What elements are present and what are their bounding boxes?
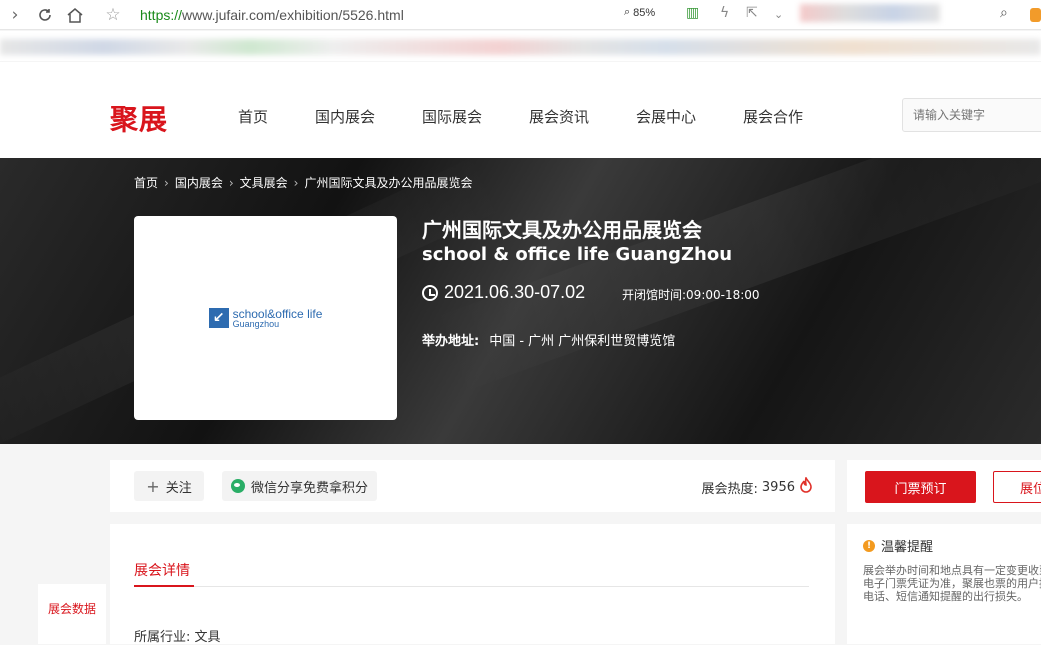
browser-toolbar: › ☆ https://www.jufair.com/exhibition/55… xyxy=(0,0,1041,30)
chevron-right-icon: › xyxy=(164,175,169,190)
exhibition-title: 广州国际文具及办公用品展览会 xyxy=(422,218,702,242)
bookmark-star-icon[interactable]: ☆ xyxy=(98,0,128,30)
side-nav-data[interactable]: 展会数据 xyxy=(48,600,96,617)
booth-booking-button[interactable]: 展位 xyxy=(993,471,1041,503)
notice-text: 展会举办时间和地点具有一定变更收到的电子门票凭证为准，聚展也票的用户提供电话、短… xyxy=(863,564,1041,603)
address-bar[interactable]: https://www.jufair.com/exhibition/5526.h… xyxy=(140,7,404,23)
url-protocol: https:// xyxy=(140,6,183,23)
heat-label: 展会热度: xyxy=(701,481,758,497)
site-header: 聚展 首页 国内展会 国际展会 展会资讯 会展中心 展会合作 xyxy=(0,62,1041,158)
follow-label: 关注 xyxy=(165,480,192,496)
chevron-down-icon[interactable]: ⌄ xyxy=(774,8,783,21)
chevron-right-icon: › xyxy=(228,175,234,190)
hero-bg-streak xyxy=(427,158,1041,396)
actions-bar: + 关注 微信分享免费拿积分 展会热度: 3956 xyxy=(110,460,835,512)
follow-button[interactable]: + 关注 xyxy=(134,471,204,501)
zoom-indicator[interactable]: ⌕ 85% xyxy=(624,6,655,19)
warning-icon: ! xyxy=(863,539,875,552)
site-logo[interactable]: 聚展 xyxy=(110,98,168,138)
blurred-extensions xyxy=(800,4,940,22)
exhibition-subtitle: school & office life GuangZhou xyxy=(422,244,733,265)
wechat-icon xyxy=(230,479,245,493)
home-icon[interactable] xyxy=(60,0,90,30)
heat-indicator: 展会热度: 3956 xyxy=(701,475,813,497)
forward-icon[interactable]: › xyxy=(0,0,30,30)
poster-logo-line2: Guangzhou xyxy=(232,318,280,329)
exhibition-date: 2021.06.30-07.02 xyxy=(422,282,585,303)
nav-domestic[interactable]: 国内展会 xyxy=(315,106,375,127)
search-input[interactable] xyxy=(902,98,1041,132)
breadcrumb-domestic[interactable]: 国内展会 xyxy=(175,174,223,191)
exhibition-hero: 首页 › 国内展会 › 文具展会 › 广州国际文具及办公用品展览会 ↙ scho… xyxy=(0,158,1041,444)
lightning-icon[interactable]: ϟ xyxy=(720,5,729,21)
exhibition-address: 举办地址: 中国 - 广州 广州保利世贸博览馆 xyxy=(422,330,675,349)
poster-logo-line1: school&office life xyxy=(232,306,323,321)
address-label: 举办地址: xyxy=(422,334,480,349)
booking-panel: 门票预订 展位 xyxy=(847,460,1041,512)
nav-venues[interactable]: 会展中心 xyxy=(636,106,696,127)
poster-logo: ↙ school&office life Guangzhou xyxy=(208,306,323,329)
breadcrumb: 首页 › 国内展会 › 文具展会 › 广州国际文具及办公用品展览会 xyxy=(134,174,473,191)
detail-panel: 展会详情 所属行业: 文具 xyxy=(110,524,835,645)
refresh-icon[interactable] xyxy=(30,0,60,30)
side-navigation: 展会数据 xyxy=(38,584,106,644)
poster-logo-mark: ↙ xyxy=(208,308,229,328)
notice-title: 温馨提醒 xyxy=(881,540,934,555)
share-icon[interactable]: ⇱ xyxy=(746,5,758,21)
extension-icon[interactable] xyxy=(1030,8,1041,22)
plus-icon: + xyxy=(146,476,160,496)
zoom-level: 85% xyxy=(633,6,656,19)
blurred-bookmarks xyxy=(0,39,1041,55)
breadcrumb-stationery[interactable]: 文具展会 xyxy=(240,174,288,191)
wechat-share-button[interactable]: 微信分享免费拿积分 xyxy=(222,471,377,501)
nav-international[interactable]: 国际展会 xyxy=(422,106,482,127)
share-label: 微信分享免费拿积分 xyxy=(250,480,368,496)
notice-heading: ! 温馨提醒 xyxy=(863,536,933,555)
zoom-icon: ⌕ xyxy=(624,6,631,18)
search-icon[interactable]: ⌕ xyxy=(1000,5,1008,21)
chevron-right-icon: › xyxy=(293,175,299,190)
heat-value: 3956 xyxy=(761,479,795,495)
reader-icon[interactable]: ▥ xyxy=(686,5,699,21)
tab-active-indicator xyxy=(134,585,194,587)
url-path: www.jufair.com/exhibition/5526.html xyxy=(182,6,404,23)
address-value: 中国 - 广州 广州保利世贸博览馆 xyxy=(489,334,676,349)
clock-icon xyxy=(422,284,438,301)
nav-home[interactable]: 首页 xyxy=(238,106,268,127)
notice-panel: ! 温馨提醒 展会举办时间和地点具有一定变更收到的电子门票凭证为准，聚展也票的用… xyxy=(847,524,1041,644)
exhibition-poster: ↙ school&office life Guangzhou xyxy=(134,216,397,420)
tab-divider xyxy=(134,586,809,587)
nav-cooperation[interactable]: 展会合作 xyxy=(743,106,803,127)
nav-news[interactable]: 展会资讯 xyxy=(529,106,589,127)
exhibition-hours: 开闭馆时间:09:00-18:00 xyxy=(622,288,760,302)
tab-details[interactable]: 展会详情 xyxy=(134,560,190,580)
breadcrumb-current: 广州国际文具及办公用品展览会 xyxy=(304,176,473,190)
breadcrumb-home[interactable]: 首页 xyxy=(134,174,158,191)
flame-icon xyxy=(799,475,813,497)
exhibition-date-text: 2021.06.30-07.02 xyxy=(444,282,586,302)
bookmarks-bar xyxy=(0,31,1041,61)
ticket-booking-button[interactable]: 门票预订 xyxy=(865,471,976,503)
